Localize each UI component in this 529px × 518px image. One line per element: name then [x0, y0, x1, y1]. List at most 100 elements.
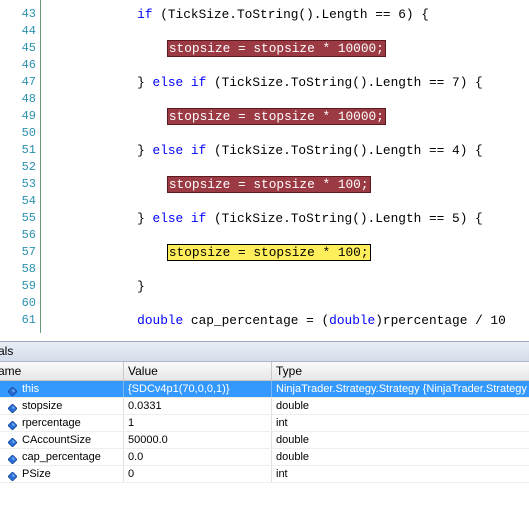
column-separator[interactable]	[123, 362, 124, 380]
row-divider	[0, 482, 529, 483]
line-number: 58	[21, 262, 36, 276]
locals-grid-header: ame Value Type	[0, 362, 529, 381]
column-header-value[interactable]: Value	[128, 362, 158, 380]
column-divider	[271, 449, 272, 466]
line-number: 57	[21, 245, 36, 259]
code-line[interactable]: 52	[0, 159, 529, 176]
variable-value: {SDCv4p1(70,0,0,1)}	[128, 383, 230, 395]
line-number: 45	[21, 41, 36, 55]
code-line[interactable]: 59 }	[0, 278, 529, 295]
code-line[interactable]: 47 } else if (TickSize.ToString().Length…	[0, 74, 529, 91]
line-number: 46	[21, 58, 36, 72]
line-number: 44	[21, 24, 36, 38]
line-number: 53	[21, 177, 36, 191]
keyword: else	[152, 211, 184, 226]
code-line[interactable]: 54	[0, 193, 529, 210]
locals-title-bar: als	[0, 341, 529, 362]
code-token: }	[45, 143, 153, 158]
code-token: (TickSize.ToString().Length == 4) {	[206, 143, 483, 158]
variable-name: CAccountSize	[22, 434, 92, 446]
code-text: if (TickSize.ToString().Length == 6) {	[45, 6, 429, 23]
code-line[interactable]: 58	[0, 261, 529, 278]
variable-type: int	[276, 468, 288, 480]
code-line[interactable]: 44	[0, 23, 529, 40]
keyword: if	[190, 75, 207, 90]
code-token: }	[45, 211, 153, 226]
code-line[interactable]: 46	[0, 57, 529, 74]
code-line[interactable]: 53 stopsize = stopsize * 100;	[0, 176, 529, 193]
code-line[interactable]: 61 double cap_percentage = (double)rperc…	[0, 312, 529, 329]
line-number: 54	[21, 194, 36, 208]
code-text: double cap_percentage = (double)rpercent…	[45, 312, 506, 329]
variable-name: PSize	[22, 468, 51, 480]
line-number: 61	[21, 313, 36, 327]
variable-name: this	[22, 383, 40, 395]
line-number: 50	[21, 126, 36, 140]
keyword: if	[190, 143, 207, 158]
variable-value: 50000.0	[128, 434, 168, 446]
variable-name: rpercentage	[22, 417, 81, 429]
code-line[interactable]: 55 } else if (TickSize.ToString().Length…	[0, 210, 529, 227]
line-number: 52	[21, 160, 36, 174]
locals-row[interactable]: PSize 0 int	[0, 466, 529, 483]
variable-value: 0.0331	[128, 400, 162, 412]
code-line[interactable]: 45 stopsize = stopsize * 10000;	[0, 40, 529, 57]
line-number: 47	[21, 75, 36, 89]
code-token: (TickSize.ToString().Length == 6) {	[152, 7, 429, 22]
variable-value: 0	[128, 468, 135, 480]
code-line[interactable]: 56	[0, 227, 529, 244]
code-text: }	[45, 278, 145, 295]
line-number: 49	[21, 109, 36, 123]
locals-row[interactable]: cap_percentage 0.0 double	[0, 449, 529, 466]
keyword: if	[190, 211, 207, 226]
column-divider	[123, 381, 124, 398]
line-number: 60	[21, 296, 36, 310]
code-token: cap_percentage = (	[183, 313, 330, 328]
line-number: 56	[21, 228, 36, 242]
column-separator[interactable]	[271, 362, 272, 380]
variable-type: int	[276, 417, 288, 429]
current-statement-highlight: stopsize = stopsize * 100;	[166, 244, 371, 261]
column-header-name[interactable]: ame	[0, 362, 21, 380]
code-line[interactable]: 57 stopsize = stopsize * 100;	[0, 244, 529, 261]
keyword: if	[137, 7, 153, 22]
code-line[interactable]: 60	[0, 295, 529, 312]
variable-type: NinjaTrader.Strategy.Strategy {NinjaTrad…	[276, 383, 527, 395]
locals-row[interactable]: rpercentage 1 int	[0, 415, 529, 432]
keyword: double	[329, 313, 376, 328]
code-line[interactable]: 43 if (TickSize.ToString().Length == 6) …	[0, 6, 529, 23]
code-text: stopsize = stopsize * 100;	[45, 176, 371, 193]
column-divider	[271, 466, 272, 483]
code-editor[interactable]: 43 if (TickSize.ToString().Length == 6) …	[0, 0, 529, 333]
column-divider	[123, 415, 124, 432]
line-number: 59	[21, 279, 36, 293]
code-text: } else if (TickSize.ToString().Length ==…	[45, 142, 483, 159]
code-token: )rpercentage / 10	[375, 313, 506, 328]
column-divider	[271, 398, 272, 415]
code-text: } else if (TickSize.ToString().Length ==…	[45, 74, 483, 91]
code-token: }	[45, 279, 145, 294]
code-token: }	[45, 75, 153, 90]
code-line[interactable]: 51 } else if (TickSize.ToString().Length…	[0, 142, 529, 159]
code-line[interactable]: 48	[0, 91, 529, 108]
variable-value: 0.0	[128, 451, 144, 463]
column-divider	[271, 381, 272, 398]
line-number: 48	[21, 92, 36, 106]
code-token: (TickSize.ToString().Length == 7) {	[206, 75, 483, 90]
locals-row[interactable]: this {SDCv4p1(70,0,0,1)} NinjaTrader.Strat…	[0, 381, 529, 398]
variable-type: double	[276, 451, 310, 463]
locals-row[interactable]: stopsize 0.0331 double	[0, 398, 529, 415]
code-line[interactable]: 49 stopsize = stopsize * 10000;	[0, 108, 529, 125]
locals-row[interactable]: CAccountSize 50000.0 double	[0, 432, 529, 449]
line-number: 43	[21, 7, 36, 21]
column-header-type[interactable]: Type	[276, 362, 302, 380]
variable-icon	[7, 419, 18, 431]
line-number: 55	[21, 211, 36, 225]
code-line[interactable]: 50	[0, 125, 529, 142]
